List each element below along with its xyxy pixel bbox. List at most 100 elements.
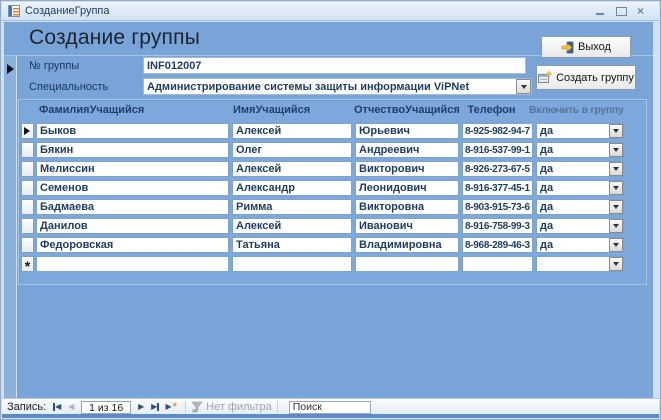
cell-patronymic[interactable]: Викторович bbox=[355, 161, 459, 177]
table-row: Бадмаева Римма Викторовна 8-903-915-73-6… bbox=[21, 199, 644, 215]
include-value: да bbox=[540, 201, 554, 213]
col-header-phone[interactable]: Телефон bbox=[456, 104, 527, 116]
cell-include-combobox[interactable]: да bbox=[536, 218, 624, 234]
cell-firstname-empty[interactable] bbox=[232, 256, 352, 272]
cell-include-combobox[interactable]: да bbox=[536, 199, 624, 215]
cell-firstname[interactable]: Татьяна bbox=[232, 237, 352, 253]
cell-lastname[interactable]: Бякин bbox=[36, 142, 229, 158]
col-header-include[interactable]: Включить в группу bbox=[529, 104, 624, 116]
row-selector[interactable] bbox=[21, 161, 34, 177]
cell-lastname[interactable]: Мелиссин bbox=[36, 161, 229, 177]
cell-phone[interactable]: 8-968-289-46-3 bbox=[462, 237, 533, 253]
dropdown-button[interactable] bbox=[609, 219, 623, 233]
cell-include-combobox[interactable]: да bbox=[536, 237, 624, 253]
dropdown-button[interactable] bbox=[609, 162, 623, 176]
dropdown-button[interactable] bbox=[609, 143, 623, 157]
cell-phone[interactable]: 8-916-758-99-3 bbox=[462, 218, 533, 234]
dropdown-button[interactable] bbox=[609, 238, 623, 252]
col-header-firstname[interactable]: ИмяУчащийся bbox=[233, 104, 310, 116]
record-counter[interactable]: 1 из 16 bbox=[81, 400, 132, 414]
first-record-button[interactable]: ◀ bbox=[50, 401, 64, 414]
cell-patronymic[interactable]: Андреевич bbox=[355, 142, 459, 158]
cell-patronymic[interactable]: Владимировна bbox=[355, 237, 459, 253]
dropdown-button[interactable] bbox=[609, 124, 623, 138]
cell-firstname[interactable]: Алексей bbox=[232, 218, 352, 234]
cell-lastname[interactable]: Семенов bbox=[36, 180, 229, 196]
dropdown-button[interactable] bbox=[609, 181, 623, 195]
cell-patronymic[interactable]: Иванович bbox=[355, 218, 459, 234]
cell-patronymic-empty[interactable] bbox=[355, 256, 459, 272]
include-value: да bbox=[540, 220, 554, 232]
include-value: да bbox=[540, 163, 554, 175]
tab-title[interactable]: СозданиеГруппа bbox=[25, 5, 109, 17]
cell-phone[interactable]: 8-925-982-94-7 bbox=[462, 123, 533, 139]
maximize-icon[interactable] bbox=[616, 6, 627, 16]
cell-include-combobox[interactable]: да bbox=[536, 142, 624, 158]
new-group-icon bbox=[538, 71, 553, 83]
cell-phone[interactable]: 8-916-377-45-1 bbox=[462, 180, 533, 196]
new-record-button[interactable]: ▶ * bbox=[162, 401, 180, 414]
navbar-separator bbox=[276, 401, 278, 413]
cell-phone[interactable]: 8-926-273-67-5 bbox=[462, 161, 533, 177]
row-selector[interactable] bbox=[21, 142, 34, 158]
cell-include-combobox[interactable]: да bbox=[536, 161, 624, 177]
specialty-combobox[interactable]: Администрирование системы защиты информа… bbox=[143, 78, 532, 95]
include-value: да bbox=[540, 144, 554, 156]
row-selector[interactable] bbox=[21, 199, 34, 215]
previous-record-button[interactable]: ◀ bbox=[64, 401, 78, 414]
last-record-button[interactable]: ▶ bbox=[148, 401, 162, 414]
row-selector[interactable] bbox=[21, 237, 34, 253]
table-row: Федоровская Татьяна Владимировна 8-968-2… bbox=[21, 237, 644, 253]
form-record-selector[interactable] bbox=[4, 56, 17, 398]
row-selector[interactable] bbox=[21, 218, 34, 234]
cell-firstname[interactable]: Алексей bbox=[232, 161, 352, 177]
exit-button-label: Выход bbox=[578, 41, 611, 53]
dropdown-button[interactable] bbox=[609, 257, 623, 271]
cell-lastname[interactable]: Федоровская bbox=[36, 237, 229, 253]
search-input[interactable] bbox=[288, 400, 371, 414]
window-bottom-edge bbox=[2, 414, 659, 418]
next-record-button[interactable]: ▶ bbox=[134, 401, 148, 414]
col-header-lastname[interactable]: ФамилияУчащийся bbox=[39, 104, 144, 116]
cell-firstname[interactable]: Римма bbox=[232, 199, 352, 215]
row-selector[interactable] bbox=[21, 123, 34, 139]
close-icon[interactable]: × bbox=[637, 5, 647, 17]
cell-include-combobox[interactable]: да bbox=[536, 123, 624, 139]
cell-phone[interactable]: 8-903-915-73-6 bbox=[462, 199, 533, 215]
cell-phone[interactable]: 8-916-537-99-1 bbox=[462, 142, 533, 158]
cell-lastname[interactable]: Быков bbox=[36, 123, 229, 139]
create-group-button-label: Создать группу bbox=[556, 71, 634, 84]
specialty-dropdown-button[interactable] bbox=[516, 79, 531, 94]
include-value: да bbox=[540, 182, 554, 194]
table-header-row: ФамилияУчащийся ИмяУчащийся ОтчествоУчащ… bbox=[19, 104, 646, 119]
cell-firstname[interactable]: Олег bbox=[232, 142, 352, 158]
cell-include-combobox[interactable]: да bbox=[536, 180, 624, 196]
table-row: Семенов Александр Леонидович 8-916-377-4… bbox=[21, 180, 644, 196]
chevron-down-icon bbox=[520, 84, 527, 92]
row-selector[interactable] bbox=[21, 180, 34, 196]
exit-button[interactable]: Выход bbox=[541, 36, 631, 58]
group-number-label: № группы bbox=[29, 60, 80, 72]
create-group-button[interactable]: Создать группу bbox=[536, 65, 636, 90]
minimize-icon[interactable] bbox=[595, 6, 605, 16]
cell-patronymic[interactable]: Викторовна bbox=[355, 199, 459, 215]
include-value-empty bbox=[537, 257, 609, 271]
new-row-selector[interactable]: * bbox=[21, 256, 34, 273]
cell-firstname[interactable]: Александр bbox=[232, 180, 352, 196]
cell-patronymic[interactable]: Юрьевич bbox=[355, 123, 459, 139]
cell-lastname[interactable]: Данилов bbox=[36, 218, 229, 234]
cell-include-combobox[interactable] bbox=[536, 256, 624, 272]
specialty-value: Администрирование системы защиты информа… bbox=[147, 81, 470, 93]
window-frame: СозданиеГруппа × Создание группы № групп… bbox=[0, 0, 661, 420]
col-header-patronymic[interactable]: ОтчествоУчащийся bbox=[354, 104, 460, 116]
cell-phone-empty[interactable] bbox=[462, 256, 533, 272]
cell-firstname[interactable]: Алексей bbox=[232, 123, 352, 139]
dropdown-button[interactable] bbox=[609, 200, 623, 214]
filter-status[interactable]: Нет фильтра bbox=[191, 401, 272, 413]
table-rows: Быков Алексей Юрьевич 8-925-982-94-7 да … bbox=[21, 123, 644, 275]
navbar-separator bbox=[185, 401, 187, 413]
cell-lastname-empty[interactable] bbox=[36, 256, 229, 272]
cell-lastname[interactable]: Бадмаева bbox=[36, 199, 229, 215]
group-number-input[interactable]: INF012007 bbox=[143, 57, 526, 74]
cell-patronymic[interactable]: Леонидович bbox=[355, 180, 459, 196]
